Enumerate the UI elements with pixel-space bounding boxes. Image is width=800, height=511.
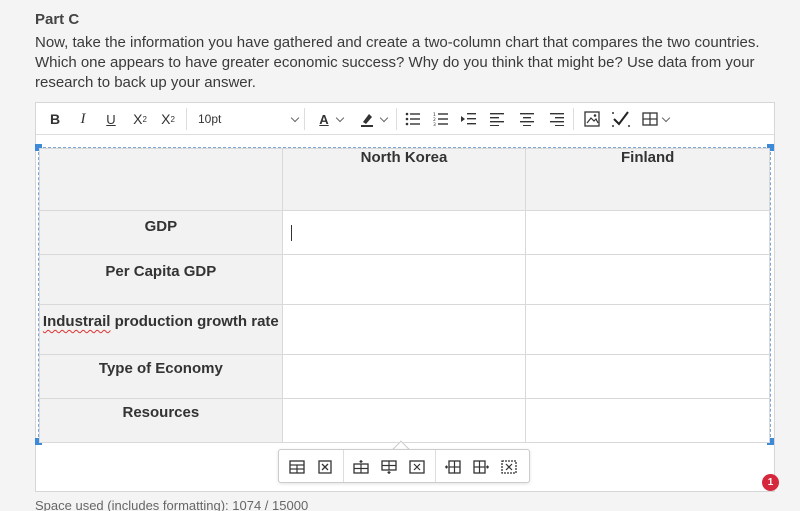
align-center-icon[interactable] <box>518 109 536 129</box>
svg-text:3: 3 <box>433 122 436 126</box>
rich-text-editor[interactable]: B I U X2 X2 10pt A 123 North Korea Finla… <box>35 102 775 492</box>
chevron-down-icon <box>290 113 300 122</box>
table-icon[interactable] <box>639 109 671 129</box>
highlight-icon[interactable] <box>355 109 391 129</box>
table-row: Type of Economy <box>39 354 770 399</box>
font-size-select[interactable]: 10pt <box>190 107 302 131</box>
insert-row-after-icon[interactable] <box>379 457 399 477</box>
toolbar-separator <box>435 450 436 482</box>
toolbar-separator <box>343 450 344 482</box>
row-label-gdp[interactable]: GDP <box>39 210 283 255</box>
table-properties-icon[interactable] <box>287 457 307 477</box>
font-size-value: 10pt <box>198 112 222 126</box>
cell-finland-per-capita-gdp[interactable] <box>525 254 770 305</box>
align-right-icon[interactable] <box>547 109 565 129</box>
chevron-down-icon <box>335 113 344 122</box>
cell-finland-gdp[interactable] <box>525 210 770 255</box>
delete-row-icon[interactable] <box>407 457 427 477</box>
subscript-icon[interactable]: X2 <box>159 109 177 129</box>
bold-icon[interactable]: B <box>48 109 62 129</box>
comparison-table-container[interactable]: North Korea Finland GDP Per Capita GDP I… <box>35 144 774 445</box>
table-context-toolbar <box>278 449 530 483</box>
cell-north-korea-gdp[interactable] <box>281 210 527 255</box>
chevron-down-icon <box>661 113 670 122</box>
italic-icon[interactable]: I <box>77 109 89 129</box>
table-row: Resources <box>39 398 770 443</box>
row-label-resources[interactable]: Resources <box>39 398 283 443</box>
table-row: Per Capita GDP <box>39 254 770 305</box>
cell-north-korea-per-capita-gdp[interactable] <box>281 254 527 305</box>
editor-toolbar: B I U X2 X2 10pt A 123 <box>36 103 774 135</box>
cell-north-korea-industrial-production[interactable] <box>281 304 527 355</box>
toolbar-separator <box>573 108 574 130</box>
chevron-down-icon <box>379 113 389 122</box>
delete-column-icon[interactable] <box>499 457 519 477</box>
header-cell-north-korea[interactable]: North Korea <box>281 148 527 211</box>
cell-finland-type-of-economy[interactable] <box>525 354 770 399</box>
toolbar-separator <box>396 108 397 130</box>
numbered-list-icon[interactable]: 123 <box>432 109 450 129</box>
table-row: Industrail production growth rate <box>39 304 770 355</box>
cell-north-korea-resources[interactable] <box>281 398 527 443</box>
part-title: Part C <box>35 11 80 28</box>
insert-row-before-icon[interactable] <box>351 457 371 477</box>
align-left-icon[interactable] <box>489 109 507 129</box>
notification-badge[interactable]: 1 <box>762 474 779 491</box>
toolbar-separator <box>186 108 187 130</box>
insert-column-after-icon[interactable] <box>471 457 491 477</box>
table-header-row: North Korea Finland <box>39 148 770 211</box>
font-color-icon[interactable]: A <box>313 109 349 129</box>
row-label-per-capita-gdp[interactable]: Per Capita GDP <box>39 254 283 305</box>
cell-finland-resources[interactable] <box>525 398 770 443</box>
row-label-industrial-production[interactable]: Industrail production growth rate <box>39 304 283 355</box>
delete-table-icon[interactable] <box>315 457 335 477</box>
superscript-icon[interactable]: X2 <box>131 109 149 129</box>
text-caret <box>290 225 292 241</box>
row-label-rest: production growth rate <box>110 313 279 330</box>
header-cell-empty[interactable] <box>39 148 283 211</box>
row-label-type-of-economy[interactable]: Type of Economy <box>39 354 283 399</box>
space-used-counter: Space used (includes formatting): 1074 /… <box>35 498 309 511</box>
indent-icon[interactable] <box>460 109 478 129</box>
header-cell-finland[interactable]: Finland <box>525 148 770 211</box>
cell-finland-industrial-production[interactable] <box>525 304 770 355</box>
toolbar-separator <box>304 108 305 130</box>
cell-north-korea-type-of-economy[interactable] <box>281 354 527 399</box>
comparison-table: North Korea Finland GDP Per Capita GDP I… <box>39 148 770 443</box>
bullet-list-icon[interactable] <box>404 109 422 129</box>
image-icon[interactable] <box>583 109 601 129</box>
spellcheck-icon[interactable] <box>610 109 632 129</box>
misspelled-word[interactable]: Industrail <box>43 313 111 330</box>
insert-column-before-icon[interactable] <box>443 457 463 477</box>
table-row: GDP <box>39 210 770 255</box>
question-prompt: Now, take the information you have gathe… <box>35 34 760 91</box>
underline-icon[interactable]: U <box>104 109 118 129</box>
